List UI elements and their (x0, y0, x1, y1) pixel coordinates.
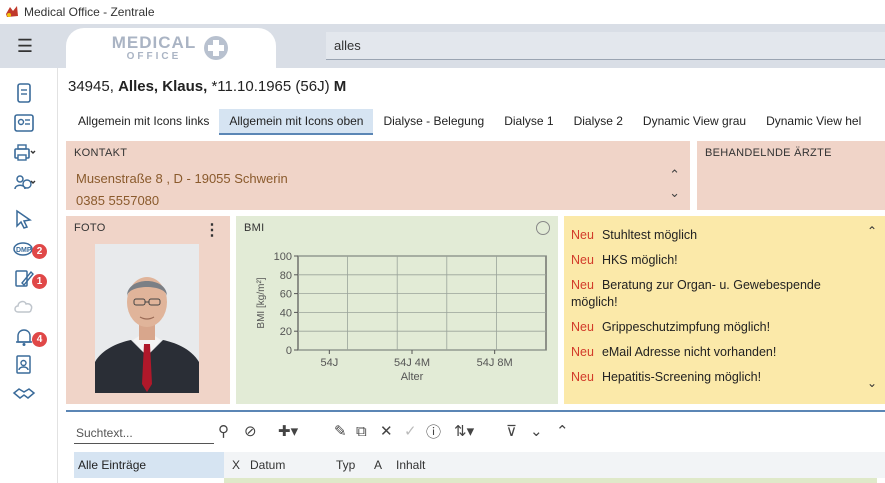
cloud-icon[interactable] (12, 294, 46, 320)
y-tick-label: 80 (280, 270, 292, 282)
edit-badge: 1 (32, 274, 47, 289)
scroll-up-icon[interactable]: ⌃ (867, 224, 877, 238)
search-advanced-icon[interactable]: ⊘ (244, 420, 257, 442)
foto-label: FOTO (74, 222, 106, 234)
column-datum[interactable]: Datum (250, 458, 285, 472)
tab-allgemein-icons-oben[interactable]: Allgemein mit Icons oben (219, 109, 374, 135)
card-icon[interactable] (12, 80, 46, 106)
kontakt-panel: KONTAKT Musenstraße 8 , D - 19055 Schwer… (66, 141, 690, 210)
window-title: Medical Office - Zentrale (24, 5, 155, 19)
dmp-badge: 2 (32, 244, 47, 259)
printer-icon[interactable] (12, 140, 46, 166)
y-tick-label: 100 (274, 251, 292, 263)
kontakt-label: KONTAKT (74, 147, 128, 159)
tab-dynamic-view-hell[interactable]: Dynamic View hel (756, 109, 871, 135)
y-tick-label: 20 (280, 326, 292, 338)
hint-item[interactable]: Neu Stuhltest möglich (571, 227, 861, 244)
search-icon[interactable]: ⚲ (218, 420, 229, 442)
bell-icon[interactable]: 4 (12, 324, 47, 350)
collapse-up-icon[interactable]: ⌃ (556, 420, 569, 442)
more-menu-icon[interactable]: ⋮ (204, 220, 220, 240)
logo-mark-icon (204, 36, 229, 60)
sidebar: DMP 2 1 4 (0, 68, 58, 483)
tab-dialyse-2[interactable]: Dialyse 2 (564, 109, 633, 135)
expand-down-icon[interactable]: ⌄ (530, 420, 543, 442)
search-input[interactable]: alles (326, 32, 885, 60)
id-card-icon[interactable] (12, 110, 46, 136)
x-axis-label: Alter (401, 371, 424, 383)
column-typ[interactable]: Typ (336, 458, 355, 472)
svg-text:DMP: DMP (16, 247, 32, 254)
table-row[interactable] (224, 478, 877, 483)
filter-icon[interactable]: ⊽ (506, 420, 517, 442)
x-tick-label: 54J 4M (394, 357, 430, 369)
filter-all-entries[interactable]: Alle Einträge (74, 452, 224, 478)
address-text: Musenstraße 8 , D - 19055 Schwerin (76, 171, 288, 186)
document-user-icon[interactable] (12, 352, 46, 378)
check-icon[interactable]: ✓ (404, 420, 417, 442)
hint-item[interactable]: Neu HKS möglich! (571, 252, 861, 269)
y-axis-label: BMI [kg/m²] (256, 277, 267, 328)
sort-icon[interactable]: ⇅▾ (454, 420, 474, 442)
view-tabs: Allgemein mit Icons links Allgemein mit … (68, 109, 871, 135)
entries-search-input[interactable]: Suchtext... (74, 422, 214, 444)
column-inhalt[interactable]: Inhalt (396, 458, 425, 472)
patient-sex: M (333, 78, 347, 95)
y-tick-label: 0 (286, 345, 292, 357)
foto-panel: FOTO ⋮ (66, 216, 230, 404)
user-clock-icon[interactable] (12, 170, 46, 196)
tab-dialyse-1[interactable]: Dialyse 1 (494, 109, 563, 135)
aerzte-panel: BEHANDELNDE ÄRZTE (697, 141, 885, 210)
patient-name: Alles, Klaus, (118, 78, 208, 95)
hint-item[interactable]: Neu Hepatitis-Screening möglich! (571, 369, 861, 386)
edit-document-icon[interactable]: 1 (12, 266, 47, 292)
app-icon (6, 6, 18, 17)
x-tick-label: 54J (320, 357, 338, 369)
chevron-up-icon[interactable]: ⌃ (669, 167, 680, 183)
menu-icon[interactable]: ☰ (8, 32, 42, 60)
phone-text: 0385 5557080 (76, 193, 160, 208)
bell-badge: 4 (32, 332, 47, 347)
patient-birth: *11.10.1965 (56J) (211, 78, 330, 95)
x-tick-label: 54J 8M (477, 357, 513, 369)
hint-item[interactable]: Neu Beratung zur Organ- u. Gewebespende m… (571, 277, 861, 311)
column-a[interactable]: A (374, 458, 382, 472)
column-x[interactable]: X (232, 458, 240, 472)
hints-panel: Neu Stuhltest möglich Neu HKS möglich! Neu… (564, 216, 885, 404)
dmp-icon[interactable]: DMP 2 (12, 236, 47, 262)
entries-area: Suchtext... ⚲ ⊘ ✚▾ ✎ ⧉ ✕ ✓ ⓘ ⇅▾ ⊽ ⌄ ⌃ Al… (66, 410, 885, 483)
logo: MEDICAL OFFICE (111, 33, 197, 62)
add-icon[interactable]: ✚▾ (278, 420, 298, 442)
handshake-icon[interactable] (12, 380, 46, 406)
title-bar: Medical Office - Zentrale (0, 0, 885, 24)
info-icon[interactable]: ⓘ (426, 420, 441, 442)
plot-frame (297, 255, 547, 351)
chevron-down-icon[interactable]: ⌄ (669, 185, 680, 201)
aerzte-label: BEHANDELNDE ÄRZTE (705, 147, 832, 159)
bmi-chart: 0 20 40 60 80 100 54J 54J 4M 54J 8M Alter BMI [kg/… (256, 251, 547, 383)
pointer-icon[interactable] (12, 206, 46, 232)
scroll-down-icon[interactable]: ⌄ (867, 376, 877, 390)
copy-icon[interactable]: ⧉ (356, 420, 367, 442)
tab-dynamic-view-grau[interactable]: Dynamic View grau (633, 109, 756, 135)
patient-header: 34945, Alles, Klaus, *11.10.1965 (56J) M (68, 78, 346, 95)
logo-tab[interactable]: MEDICAL OFFICE (66, 28, 276, 68)
y-tick-label: 60 (280, 289, 292, 301)
edit-icon[interactable]: ✎ (334, 420, 347, 442)
tab-allgemein-icons-links[interactable]: Allgemein mit Icons links (68, 109, 219, 135)
delete-icon[interactable]: ✕ (380, 420, 393, 442)
patient-photo (95, 244, 199, 393)
bmi-panel: BMI 0 20 40 60 80 100 54J 54J 4M 54J 8M Alter BMI … (236, 216, 558, 404)
patient-id: 34945, (68, 78, 114, 95)
app-header: ☰ MEDICAL OFFICE alles (0, 24, 885, 68)
entries-table-header: Alle Einträge X Datum Typ A Inhalt (74, 452, 885, 478)
hint-item[interactable]: Neu eMail Adresse nicht vorhanden! (571, 344, 861, 361)
tab-dialyse-belegung[interactable]: Dialyse - Belegung (373, 109, 494, 135)
hint-item[interactable]: Neu Grippeschutzimpfung möglich! (571, 319, 861, 336)
y-tick-label: 40 (280, 307, 292, 319)
